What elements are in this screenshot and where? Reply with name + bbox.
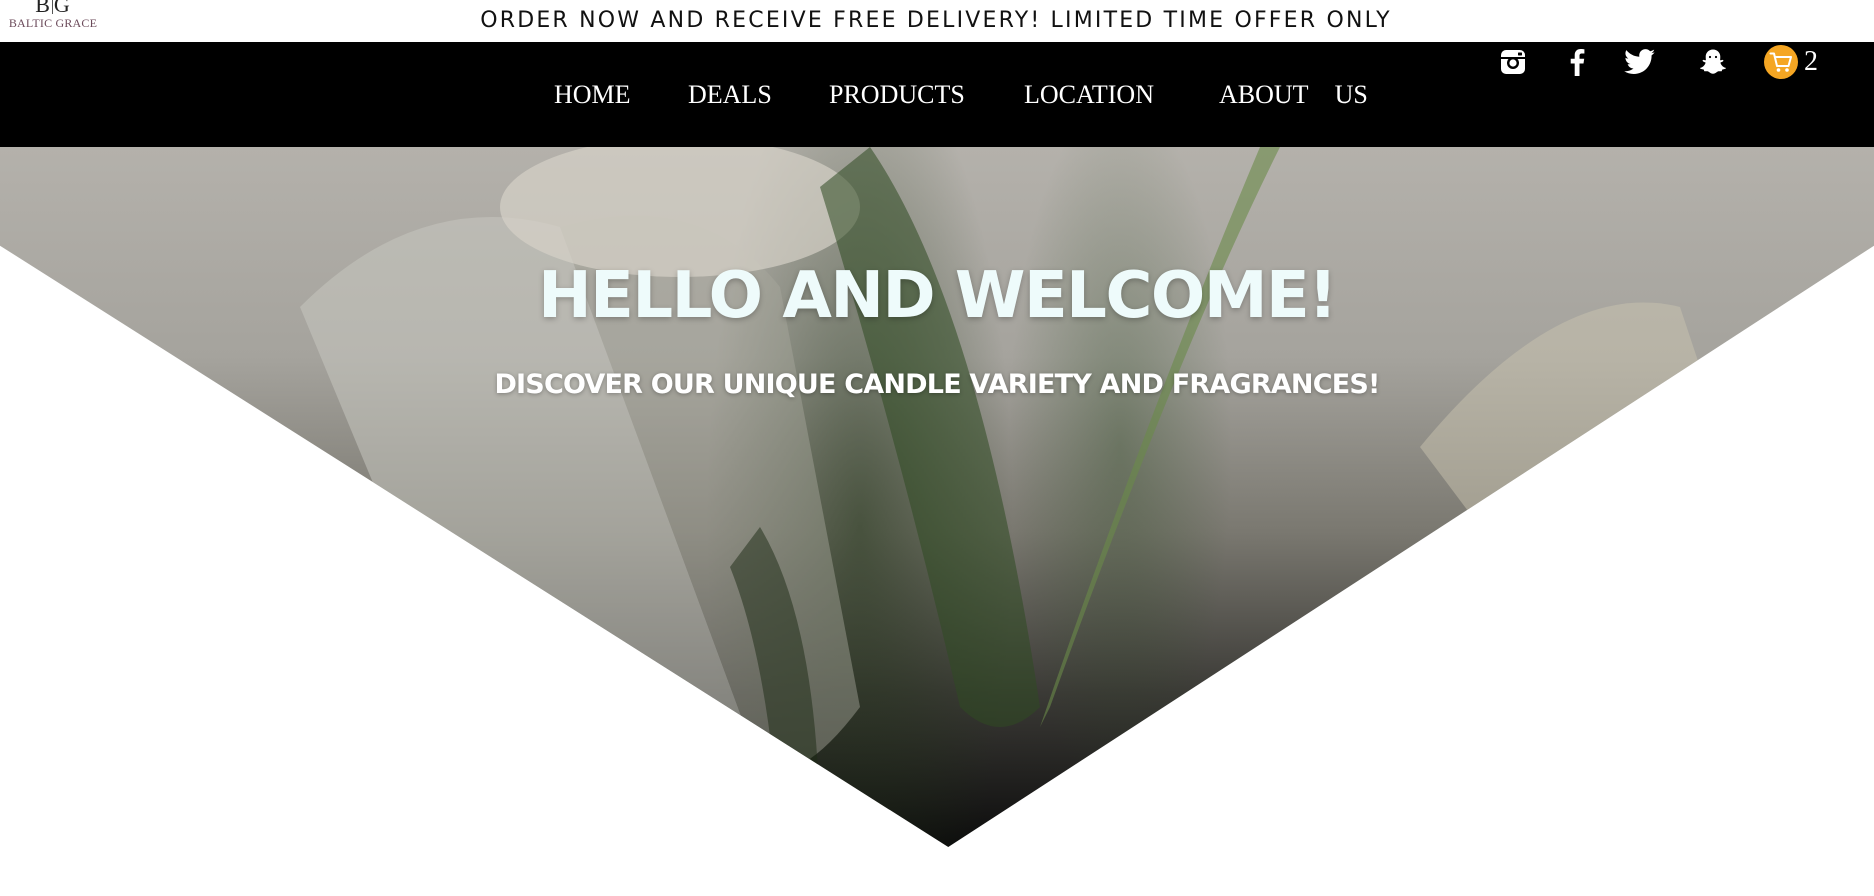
nav-link-deals[interactable]: DEALS (688, 80, 772, 110)
main-navigation: HOME DEALS PRODUCTS LOCATION ABOUT US 2 (0, 42, 1874, 147)
cart-count: 2 (1804, 46, 1818, 77)
hero-subtitle: DISCOVER OUR UNIQUE CANDLE VARIETY AND F… (494, 369, 1380, 400)
hero-title: HELLO AND WELCOME! (538, 259, 1337, 333)
cart-button[interactable]: 2 (1764, 44, 1818, 80)
hero-banner: HELLO AND WELCOME! DISCOVER OUR UNIQUE C… (0, 147, 1874, 847)
nav-links: HOME DEALS PRODUCTS LOCATION ABOUT US (0, 80, 1874, 114)
shopping-cart-icon (1764, 45, 1798, 79)
nav-link-products[interactable]: PRODUCTS (829, 80, 965, 110)
snapchat-icon[interactable] (1696, 44, 1730, 80)
nav-link-about-us[interactable]: ABOUT US (1219, 80, 1368, 110)
facebook-icon[interactable] (1562, 44, 1592, 80)
hero-background-image (300, 147, 1700, 847)
twitter-icon[interactable] (1622, 44, 1658, 80)
instagram-icon[interactable] (1498, 44, 1528, 80)
promo-bar: BG BALTIC GRACE ORDER NOW AND RECEIVE FR… (0, 0, 1874, 42)
nav-link-home[interactable]: HOME (554, 80, 631, 110)
nav-link-location[interactable]: LOCATION (1024, 80, 1154, 110)
promo-text: ORDER NOW AND RECEIVE FREE DELIVERY! LIM… (480, 8, 1392, 33)
